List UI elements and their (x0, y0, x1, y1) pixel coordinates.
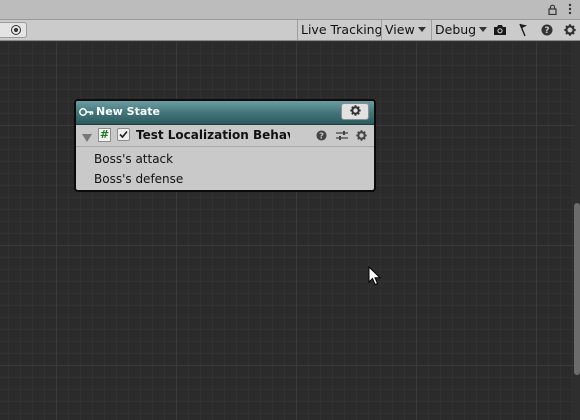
state-settings-button[interactable] (341, 103, 369, 120)
object-picker-field[interactable] (0, 22, 27, 38)
script-icon: # (98, 128, 111, 142)
graph-toolbar: Live Tracking View Debug ? (0, 20, 580, 41)
gear-icon (349, 104, 361, 119)
preset-sliders-icon[interactable] (335, 128, 348, 142)
state-node-title: New State (96, 105, 160, 118)
settings-icon[interactable] (560, 20, 580, 40)
chevron-down-icon (417, 27, 426, 32)
debug-dropdown[interactable]: Debug (431, 20, 488, 40)
vertical-scrollbar[interactable] (574, 41, 580, 420)
graph-canvas[interactable] (0, 41, 574, 420)
scrollbar-thumb[interactable] (574, 203, 580, 375)
mouse-cursor-icon (368, 265, 382, 289)
help-icon[interactable]: ? (537, 20, 557, 40)
chevron-down-icon (479, 27, 488, 32)
state-node-header[interactable]: New State (76, 101, 374, 125)
svg-text:?: ? (319, 130, 324, 140)
live-tracking-button[interactable]: Live Tracking (297, 20, 383, 40)
gear-icon[interactable] (355, 128, 368, 142)
window-title-strip (0, 0, 580, 20)
state-node[interactable]: New State # Test Localization Behaviour … (74, 99, 376, 192)
behaviour-title: Test Localization Behaviour (136, 128, 290, 142)
more-options-icon[interactable] (564, 2, 576, 16)
help-icon[interactable]: ? (315, 128, 328, 142)
view-dropdown[interactable]: View (381, 20, 431, 40)
view-label: View (385, 22, 415, 37)
svg-text:?: ? (544, 26, 549, 36)
field-label-attack: Boss's attack (94, 152, 174, 166)
field-label-defense: Boss's defense (94, 172, 184, 186)
checkmark-icon (119, 130, 128, 139)
live-tracking-label: Live Tracking (301, 22, 383, 37)
flag-icon[interactable] (513, 20, 533, 40)
target-picker-icon[interactable] (11, 25, 21, 35)
entry-key-icon (79, 106, 94, 120)
behaviour-header-row[interactable]: # Test Localization Behaviour ? (76, 125, 374, 147)
lock-icon[interactable] (546, 2, 558, 16)
foldout-arrow-icon[interactable] (82, 131, 92, 145)
camera-icon[interactable] (490, 20, 510, 40)
behaviour-enabled-checkbox[interactable] (117, 128, 130, 141)
debug-label: Debug (435, 22, 477, 37)
